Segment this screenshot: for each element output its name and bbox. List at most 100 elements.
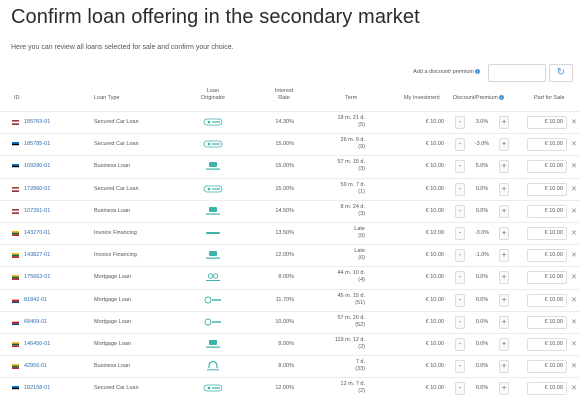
part-for-sale-input[interactable]: € 10.00 — [527, 160, 567, 174]
discount-value[interactable]: 0.0% — [467, 271, 497, 284]
loan-id-link[interactable]: 185785-01 — [24, 141, 50, 147]
discount-stepper: -0.0% + — [455, 382, 509, 396]
my-investment: € 10.00 — [425, 185, 444, 192]
term-remaining: 45 m. 15 d. — [337, 292, 365, 299]
term-count: (33) — [355, 366, 365, 373]
part-for-sale-input[interactable]: € 10.00 — [527, 116, 567, 129]
discount-value[interactable]: 0.0% — [467, 294, 497, 307]
decrease-discount-button[interactable]: - — [455, 382, 465, 396]
part-for-sale-input[interactable]: € 10.00 — [527, 271, 567, 285]
decrease-discount-button[interactable]: - — [455, 138, 465, 152]
discount-value[interactable]: 3.0% — [467, 116, 497, 129]
discount-value[interactable]: 0.0% — [467, 338, 497, 351]
discount-value[interactable]: 0.0% — [467, 382, 497, 395]
part-for-sale-input[interactable]: € 10.00 — [527, 226, 567, 240]
part-for-sale-input[interactable]: € 10.00 — [527, 315, 567, 329]
part-for-sale-input[interactable]: € 10.00 — [527, 204, 567, 218]
part-for-sale-input[interactable]: € 10.00 — [527, 138, 567, 152]
discount-stepper: -0.0% + — [455, 360, 509, 374]
loan-id-link[interactable]: 81842-01 — [24, 297, 47, 303]
remove-icon[interactable]: ✕ — [571, 162, 577, 170]
discount-value[interactable]: 0.0% — [467, 316, 497, 329]
discount-value[interactable]: -3.0% — [467, 138, 497, 151]
loan-type: Secured Car Loan — [94, 119, 139, 125]
increase-discount-button[interactable]: + — [499, 182, 509, 196]
decrease-discount-button[interactable]: - — [455, 315, 465, 329]
loan-id-link[interactable]: 172860-01 — [24, 186, 50, 192]
term-count: (52) — [355, 321, 365, 328]
loan-id-link[interactable]: 107391-01 — [24, 208, 50, 214]
remove-icon[interactable]: ✕ — [571, 273, 577, 281]
loan-id-link[interactable]: 68409-01 — [24, 319, 47, 325]
decrease-discount-button[interactable]: - — [455, 204, 465, 218]
decrease-discount-button[interactable]: - — [455, 360, 465, 374]
discount-premium-input[interactable] — [488, 64, 546, 82]
remove-icon[interactable]: ✕ — [571, 340, 577, 348]
increase-discount-button[interactable]: + — [499, 271, 509, 285]
term-count: (1) — [358, 188, 365, 195]
decrease-discount-button[interactable]: - — [455, 337, 465, 351]
remove-icon[interactable]: ✕ — [571, 140, 577, 148]
term-count: (2) — [358, 388, 365, 395]
discount-value[interactable]: -3.0% — [467, 227, 497, 240]
loan-type: Mortgage Loan — [94, 296, 131, 303]
discount-value[interactable]: 5.0% — [467, 160, 497, 173]
discount-value[interactable]: -1.0% — [467, 249, 497, 262]
loan-id-link[interactable]: 42956-01 — [24, 363, 47, 369]
table-row: 172860-01 Secured Car Loan 15.00% 59 m. 7 d… — [0, 177, 580, 200]
decrease-discount-button[interactable]: - — [455, 116, 465, 129]
loan-id-link[interactable]: 175663-01 — [24, 274, 50, 280]
part-for-sale-input[interactable]: € 10.00 — [527, 382, 567, 396]
info-icon[interactable]: i — [475, 69, 480, 75]
refresh-icon[interactable]: ↻ — [549, 64, 573, 82]
increase-discount-button[interactable]: + — [499, 116, 509, 129]
increase-discount-button[interactable]: + — [499, 249, 509, 263]
increase-discount-button[interactable]: + — [499, 293, 509, 307]
part-for-sale-input[interactable]: € 10.00 — [527, 293, 567, 307]
loan-id-link[interactable]: 182158-01 — [24, 385, 50, 391]
remove-icon[interactable]: ✕ — [571, 185, 577, 193]
col-loan-type: Loan Type — [94, 95, 120, 101]
discount-value[interactable]: 0.0% — [467, 183, 497, 196]
interest-rate: 15.00% — [275, 163, 294, 170]
part-for-sale-input[interactable]: € 10.00 — [527, 182, 567, 196]
part-for-sale-input[interactable]: € 10.00 — [527, 360, 567, 374]
increase-discount-button[interactable]: + — [499, 337, 509, 351]
decrease-discount-button[interactable]: - — [455, 182, 465, 196]
part-for-sale-input[interactable]: € 10.00 — [527, 249, 567, 263]
loan-id-link[interactable]: 143270-01 — [24, 230, 50, 236]
decrease-discount-button[interactable]: - — [455, 293, 465, 307]
loan-id-link[interactable]: 109280-01 — [24, 163, 50, 169]
decrease-discount-button[interactable]: - — [455, 226, 465, 240]
discount-value[interactable]: 0.0% — [467, 360, 497, 373]
decrease-discount-button[interactable]: - — [455, 160, 465, 174]
loan-id-link[interactable]: 143827-01 — [24, 252, 50, 258]
remove-icon[interactable]: ✕ — [571, 384, 577, 392]
increase-discount-button[interactable]: + — [499, 315, 509, 329]
info-icon[interactable]: i — [498, 95, 504, 101]
my-investment: € 10.00 — [425, 318, 444, 325]
remove-icon[interactable]: ✕ — [571, 118, 577, 126]
increase-discount-button[interactable]: + — [499, 360, 509, 374]
loan-id-link[interactable]: 185763-01 — [24, 119, 50, 125]
decrease-discount-button[interactable]: - — [455, 249, 465, 263]
part-for-sale-input[interactable]: € 10.00 — [527, 337, 567, 351]
increase-discount-button[interactable]: + — [499, 226, 509, 240]
remove-icon[interactable]: ✕ — [571, 296, 577, 304]
increase-discount-button[interactable]: + — [499, 382, 509, 396]
increase-discount-button[interactable]: + — [499, 138, 509, 152]
remove-icon[interactable]: ✕ — [571, 362, 577, 370]
decrease-discount-button[interactable]: - — [455, 271, 465, 285]
loan-type: Business Loan — [94, 363, 131, 370]
discount-premium-label-text: Add a discount/ premium — [413, 69, 474, 75]
increase-discount-button[interactable]: + — [499, 160, 509, 174]
discount-stepper: -0.0% + — [455, 204, 509, 218]
remove-icon[interactable]: ✕ — [571, 207, 577, 215]
remove-icon[interactable]: ✕ — [571, 229, 577, 237]
discount-value[interactable]: 0.0% — [467, 205, 497, 218]
increase-discount-button[interactable]: + — [499, 204, 509, 218]
remove-icon[interactable]: ✕ — [571, 251, 577, 259]
loan-id-link[interactable]: 146450-01 — [24, 341, 50, 347]
loan-type: Secured Car Loan — [94, 141, 139, 148]
remove-icon[interactable]: ✕ — [571, 318, 577, 326]
